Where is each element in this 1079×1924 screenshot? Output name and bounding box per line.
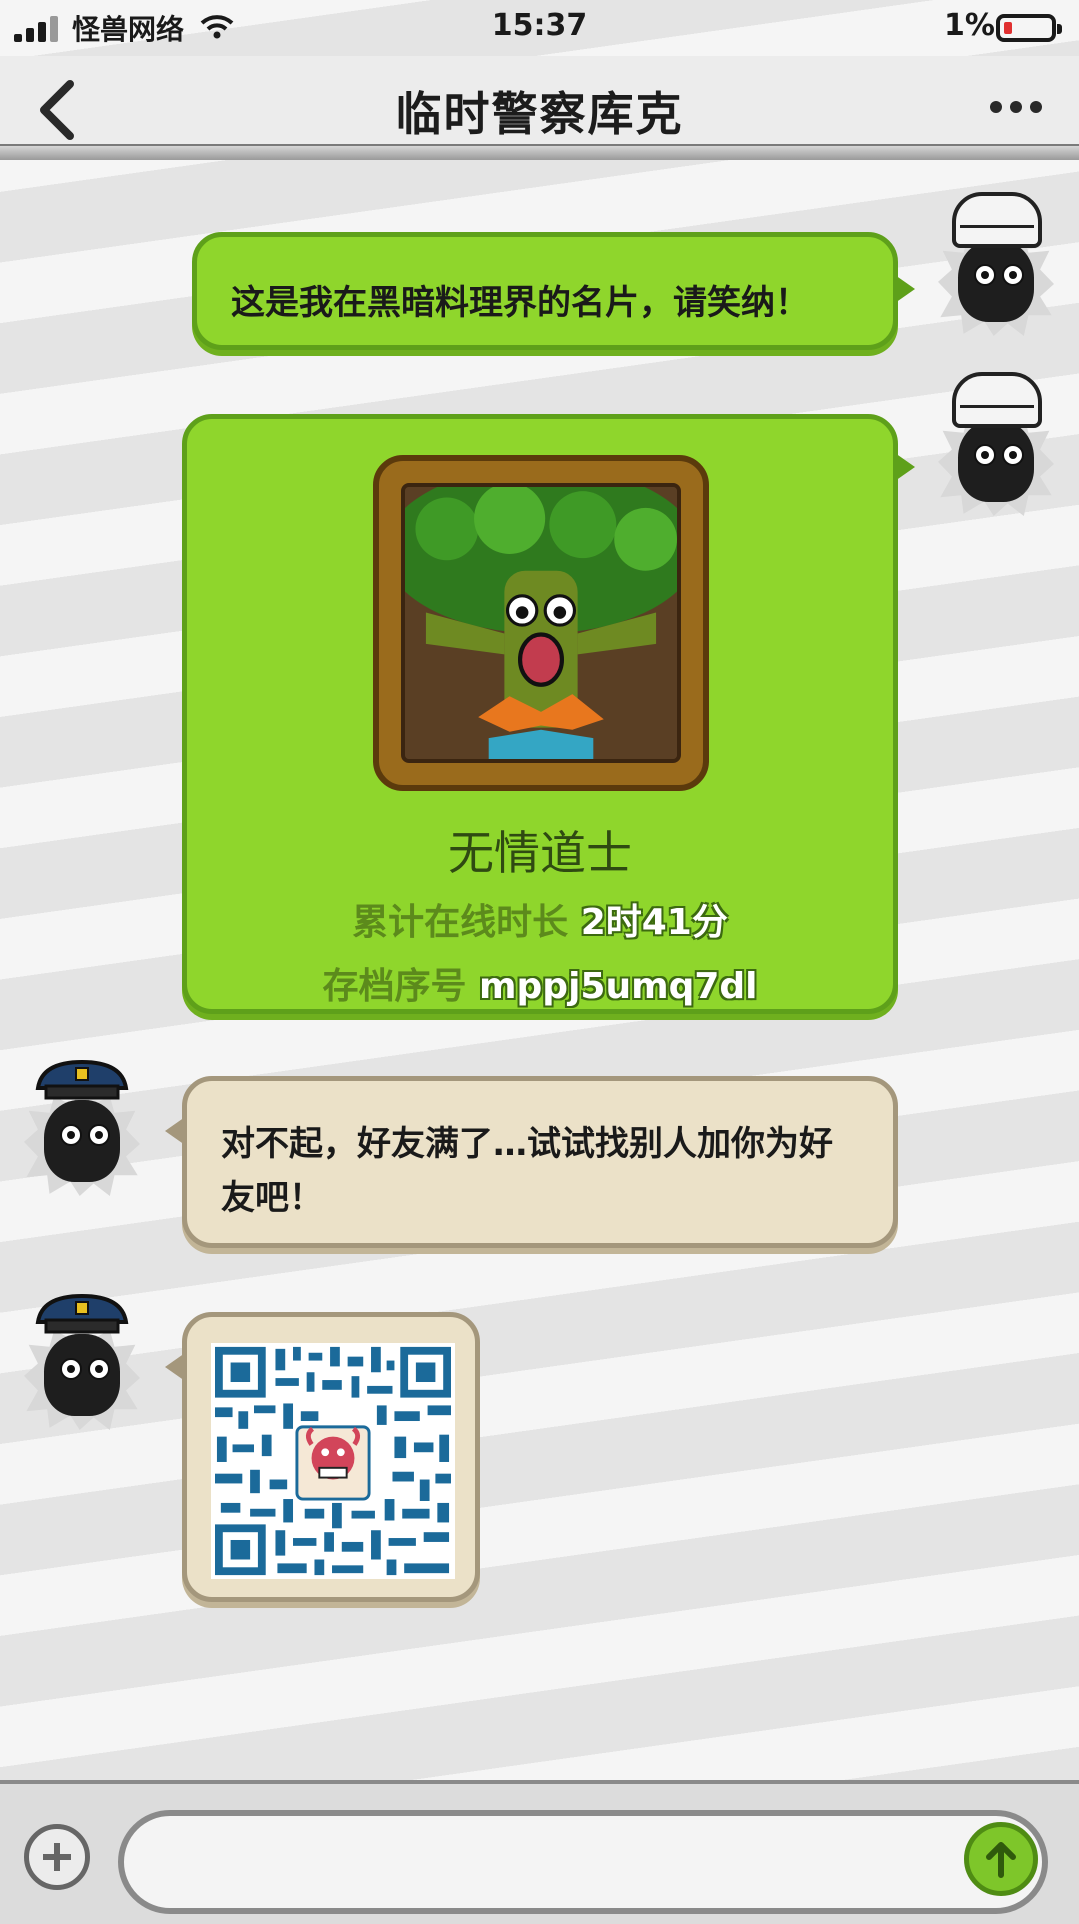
message-input[interactable] <box>118 1810 1048 1914</box>
send-button[interactable] <box>964 1822 1038 1896</box>
qr-code <box>211 1343 455 1579</box>
chef-monster-avatar[interactable] <box>930 192 1060 342</box>
message-input-bar <box>0 1780 1079 1924</box>
battery-percent: 1% <box>944 8 995 43</box>
profile-card-bubble[interactable]: 无情道士 累计在线时长 2时41分 存档序号 mppj5umq7dl <box>182 414 915 1014</box>
card-save-row: 存档序号 mppj5umq7dl <box>187 957 893 1009</box>
message-text: 这是我在黑暗料理界的名片，请笑纳！ <box>231 283 809 323</box>
police-monster-avatar[interactable] <box>16 1052 146 1202</box>
plus-circle-icon[interactable] <box>24 1824 90 1890</box>
card-online-label: 累计在线时长 <box>352 902 569 943</box>
police-monster-avatar[interactable] <box>16 1286 146 1436</box>
status-bar: 怪兽网络 15:37 1% <box>0 0 1079 56</box>
page-title: 临时警察库克 <box>395 87 684 141</box>
ellipsis-icon[interactable] <box>986 92 1046 122</box>
battery-icon <box>996 14 1062 42</box>
clock: 15:37 <box>491 8 588 43</box>
card-online-row: 累计在线时长 2时41分 <box>187 893 893 945</box>
card-save-label: 存档序号 <box>322 966 467 1007</box>
qr-code-bubble[interactable] <box>165 1312 480 1602</box>
arrow-up-icon <box>986 1842 1016 1878</box>
card-player-name: 无情道士 <box>448 826 632 880</box>
card-save-value: mppj5umq7dl <box>479 966 758 1007</box>
chat-header: 临时警察库克 <box>0 56 1079 160</box>
message-bubble-other[interactable]: 对不起，好友满了…试试找别人加你为好友吧！ <box>165 1076 898 1248</box>
tree-monster-portrait <box>373 455 709 791</box>
card-online-value: 2时41分 <box>580 902 728 943</box>
header-divider <box>0 144 1079 160</box>
message-text: 对不起，好友满了…试试找别人加你为好友吧！ <box>221 1124 833 1218</box>
message-bubble-self[interactable]: 这是我在黑暗料理界的名片，请笑纳！ <box>192 232 915 350</box>
chef-monster-avatar[interactable] <box>930 372 1060 522</box>
